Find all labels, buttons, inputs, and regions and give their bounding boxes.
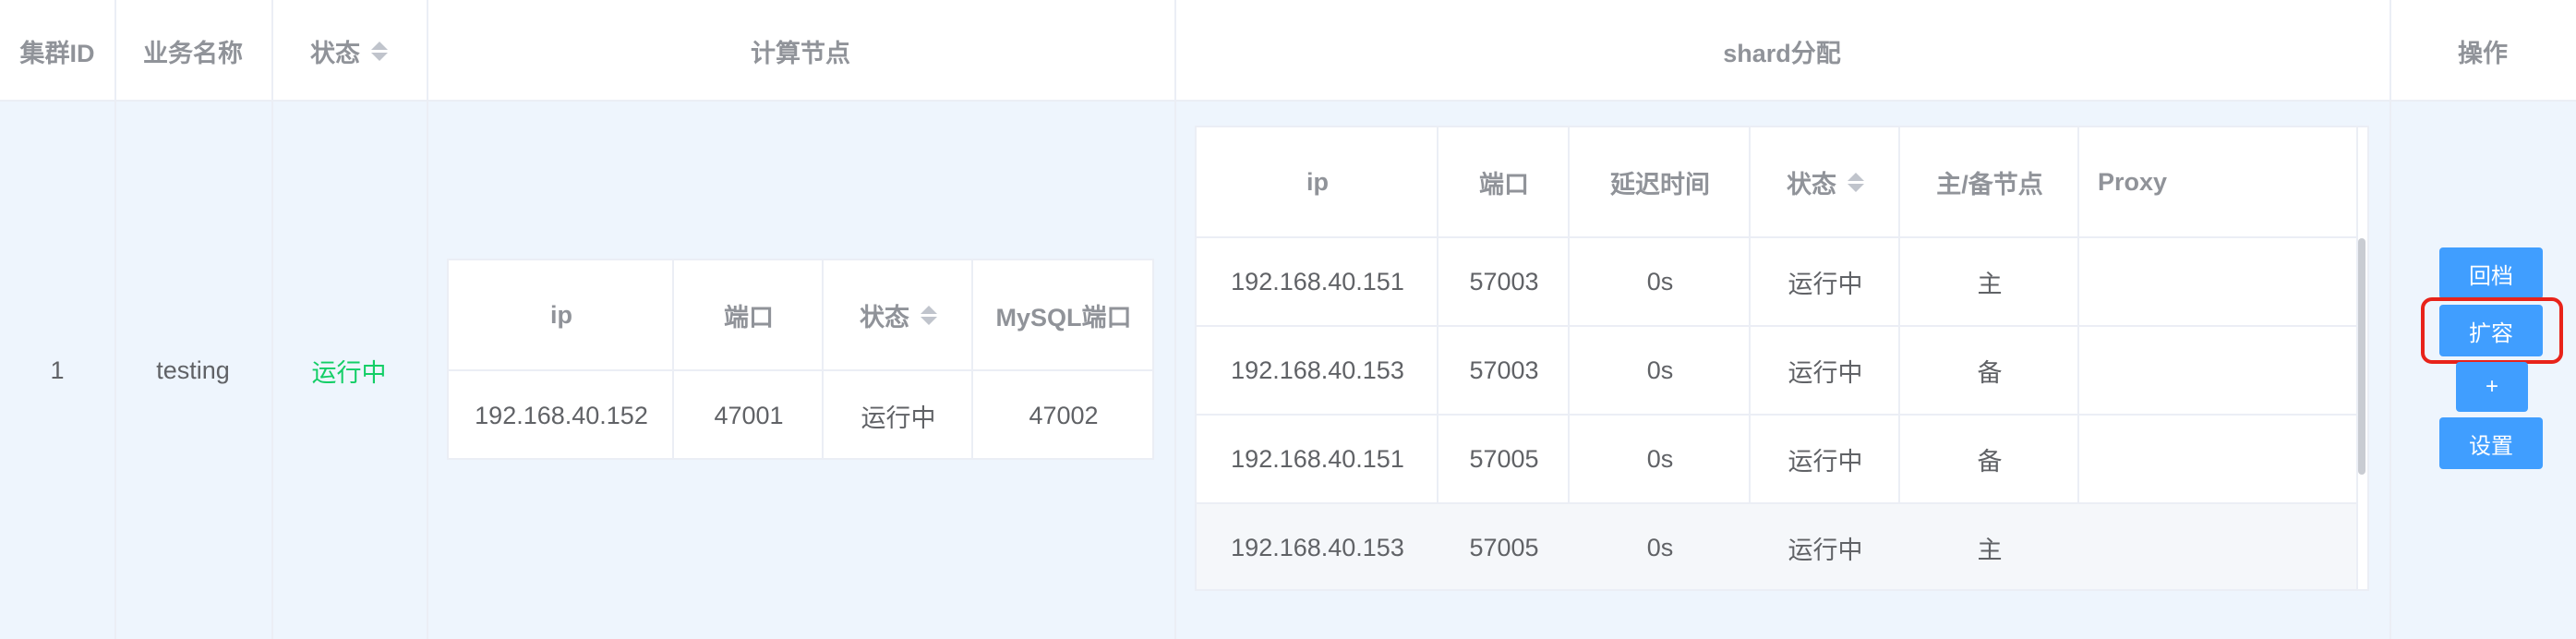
column-divider <box>427 0 428 639</box>
shard-header-proxy: Proxy <box>2098 167 2168 196</box>
settings-button[interactable]: 设置 <box>2439 417 2543 469</box>
shard-cell-port: 57003 <box>1469 267 1539 295</box>
header-compute-nodes: 计算节点 <box>427 0 1174 102</box>
shard-cell-ip: 192.168.40.151 <box>1231 267 1404 295</box>
header-business-name: 业务名称 <box>114 0 271 102</box>
shard-header-role: 主/备节点 <box>1936 170 2043 199</box>
compute-cell-ip: 192.168.40.152 <box>475 401 648 429</box>
header-shard-allocation: shard分配 <box>1174 0 2389 102</box>
shard-cell-role: 主 <box>1977 536 2003 564</box>
rollback-button[interactable]: 回档 <box>2439 247 2543 299</box>
sort-caret-icon[interactable] <box>921 305 937 325</box>
compute-cell-status: 运行中 <box>861 404 936 432</box>
shard-allocation-table: ip 端口 延迟时间 状态 主/备节点 Proxy 192.168.40.151… <box>1195 126 2369 591</box>
shard-cell-ip: 192.168.40.153 <box>1231 533 1404 561</box>
header-compute-nodes-label: 计算节点 <box>751 39 850 67</box>
compute-header-status-label: 状态 <box>860 303 909 332</box>
shard-cell-ip: 192.168.40.151 <box>1231 444 1404 473</box>
header-business-name-label: 业务名称 <box>143 39 243 67</box>
compute-cell-port: 47001 <box>714 401 784 429</box>
add-button[interactable]: + <box>2456 362 2528 412</box>
shard-cell-status: 运行中 <box>1788 358 1863 387</box>
shard-cell-role: 主 <box>1977 270 2003 298</box>
column-divider <box>2389 0 2391 639</box>
shard-cell-delay: 0s <box>1646 533 1674 561</box>
compute-cell-mysql-port: 47002 <box>1029 401 1099 429</box>
shard-header-status-label: 状态 <box>1787 170 1836 199</box>
sort-caret-icon[interactable] <box>371 41 388 61</box>
compute-header-status-sortable[interactable]: 状态 <box>824 260 973 369</box>
shard-cell-port: 57005 <box>1469 444 1539 473</box>
shard-cell-port: 57005 <box>1469 533 1539 561</box>
compute-header-ip: ip <box>550 300 572 329</box>
header-cluster-id-label: 集群ID <box>19 39 95 67</box>
header-shard-allocation-label: shard分配 <box>1723 39 1841 67</box>
shard-cell-delay: 0s <box>1646 356 1674 384</box>
scrollbar-thumb[interactable] <box>2358 238 2365 475</box>
shard-cell-role: 备 <box>1977 358 2003 387</box>
shard-cell-port: 57003 <box>1469 356 1539 384</box>
shard-header-status-sortable[interactable]: 状态 <box>1751 127 1900 236</box>
header-operations-label: 操作 <box>2458 39 2508 67</box>
outer-table-header: 集群ID 业务名称 状态 计算节点 shard分配 操作 <box>0 0 2576 102</box>
column-divider <box>1174 0 1176 639</box>
shard-cell-status: 运行中 <box>1788 536 1863 564</box>
shard-cell-status: 运行中 <box>1788 270 1863 298</box>
compute-nodes-table: ip 端口 状态 MySQL端口 192.168.40.152 47001 运行… <box>447 259 1154 460</box>
shard-header-port: 端口 <box>1479 170 1529 199</box>
shard-header-ip: ip <box>1306 167 1329 196</box>
header-operations: 操作 <box>2389 0 2576 102</box>
shard-cell-ip: 192.168.40.153 <box>1231 356 1404 384</box>
compute-header-port: 端口 <box>724 303 774 332</box>
highlight-annotation <box>2421 297 2563 364</box>
header-status-label: 状态 <box>310 39 360 67</box>
shard-cell-delay: 0s <box>1646 444 1674 473</box>
cell-status: 运行中 <box>311 358 387 387</box>
shard-cell-role: 备 <box>1977 447 2003 476</box>
shard-cell-status: 运行中 <box>1788 447 1863 476</box>
sort-caret-icon[interactable] <box>1848 172 1864 192</box>
header-status-sortable[interactable]: 状态 <box>271 0 427 102</box>
cell-cluster-id: 1 <box>50 356 65 384</box>
compute-header-mysql-port: MySQL端口 <box>995 303 1132 332</box>
shard-cell-delay: 0s <box>1646 267 1674 295</box>
header-cluster-id: 集群ID <box>0 0 114 102</box>
cell-business-name: testing <box>156 356 230 384</box>
shard-header-delay: 延迟时间 <box>1610 170 1710 199</box>
